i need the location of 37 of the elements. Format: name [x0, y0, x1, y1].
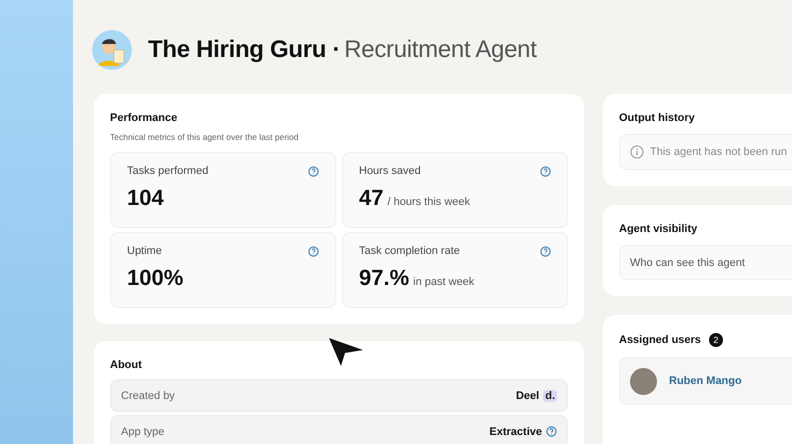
metric-label: Uptime: [127, 245, 162, 257]
info-icon: [630, 145, 644, 159]
help-icon[interactable]: [540, 246, 551, 256]
agent-avatar: [92, 30, 132, 70]
card-title: Output history: [619, 112, 696, 124]
row-value: Deel: [516, 390, 540, 402]
card-title: About: [110, 359, 143, 371]
help-icon[interactable]: [308, 246, 319, 256]
help-icon[interactable]: [540, 166, 551, 176]
metric-value: 104: [127, 185, 164, 211]
metric-value: 100%: [127, 265, 184, 291]
user-name: Ruben Mango: [669, 375, 742, 387]
row-value: Extractive: [489, 426, 542, 438]
metric-value: 97.%: [359, 265, 410, 291]
user-avatar: [630, 368, 657, 394]
row-label: App type: [121, 426, 164, 438]
metric-note: / hours this week: [387, 196, 470, 208]
count-badge: 2: [708, 333, 723, 347]
mouse-pointer-icon: [328, 337, 364, 367]
card-title: Assigned users: [619, 334, 701, 346]
user-row[interactable]: Ruben Mango: [619, 357, 792, 405]
company-logo: d.: [543, 390, 557, 402]
help-icon[interactable]: [546, 426, 557, 437]
metric-label: Hours saved: [359, 165, 421, 177]
card-title: Performance: [110, 112, 178, 124]
empty-state-message: This agent has not been run: [619, 134, 792, 170]
row-label: Created by: [121, 390, 175, 402]
visibility-field[interactable]: Who can see this agent: [619, 245, 792, 280]
metric-note: in past week: [413, 276, 474, 288]
agent-role: Recruitment Agent: [344, 36, 537, 64]
card-description: Technical metrics of this agent over the last period: [110, 132, 300, 142]
metric-label: Tasks performed: [127, 165, 208, 177]
help-icon[interactable]: [308, 166, 319, 176]
card-title: Agent visibility: [619, 223, 698, 235]
metric-label: Task completion rate: [359, 245, 460, 257]
agent-name: The Hiring Guru ·: [148, 36, 340, 64]
metric-value: 47: [359, 185, 384, 211]
